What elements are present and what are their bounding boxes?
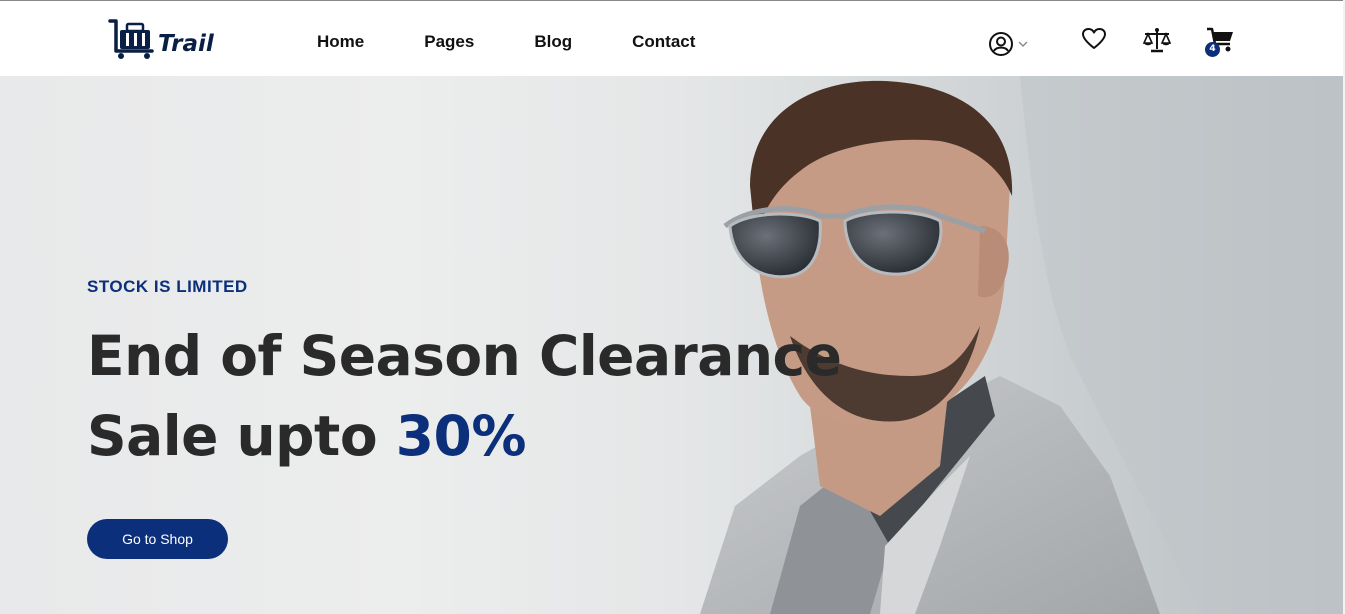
go-to-shop-button[interactable]: Go to Shop <box>87 519 228 559</box>
account-button[interactable] <box>988 31 1028 57</box>
chevron-down-icon <box>1018 41 1028 47</box>
nav-blog[interactable]: Blog <box>534 32 572 52</box>
cart-count-badge: 4 <box>1205 42 1220 57</box>
cart-button[interactable]: 4 <box>1205 26 1236 59</box>
heart-icon <box>1082 28 1106 49</box>
site-header: Trail Home Pages Blog Contact 4 <box>0 1 1343 76</box>
nav-home[interactable]: Home <box>317 32 364 52</box>
hero-banner: STOCK IS LIMITED End of Season Clearance… <box>0 76 1343 614</box>
luggage-cart-icon <box>108 19 154 59</box>
wishlist-button[interactable] <box>1081 27 1107 56</box>
brand-logo[interactable]: Trail <box>108 18 214 60</box>
nav-contact[interactable]: Contact <box>632 32 695 52</box>
hero-eyebrow: STOCK IS LIMITED <box>87 277 248 296</box>
headline-line1: End of Season Clearance <box>87 324 842 388</box>
discount-highlight: 30% <box>395 404 527 468</box>
user-circle-icon <box>989 32 1013 56</box>
main-nav: Home Pages Blog Contact <box>317 32 755 52</box>
brand-name: Trail <box>158 31 214 57</box>
hero-headline: End of Season Clearance Sale upto 30% <box>87 316 842 476</box>
nav-pages[interactable]: Pages <box>424 32 474 52</box>
headline-line2: Sale upto <box>87 404 396 468</box>
compare-button[interactable] <box>1142 27 1172 58</box>
scale-icon <box>1142 28 1172 53</box>
